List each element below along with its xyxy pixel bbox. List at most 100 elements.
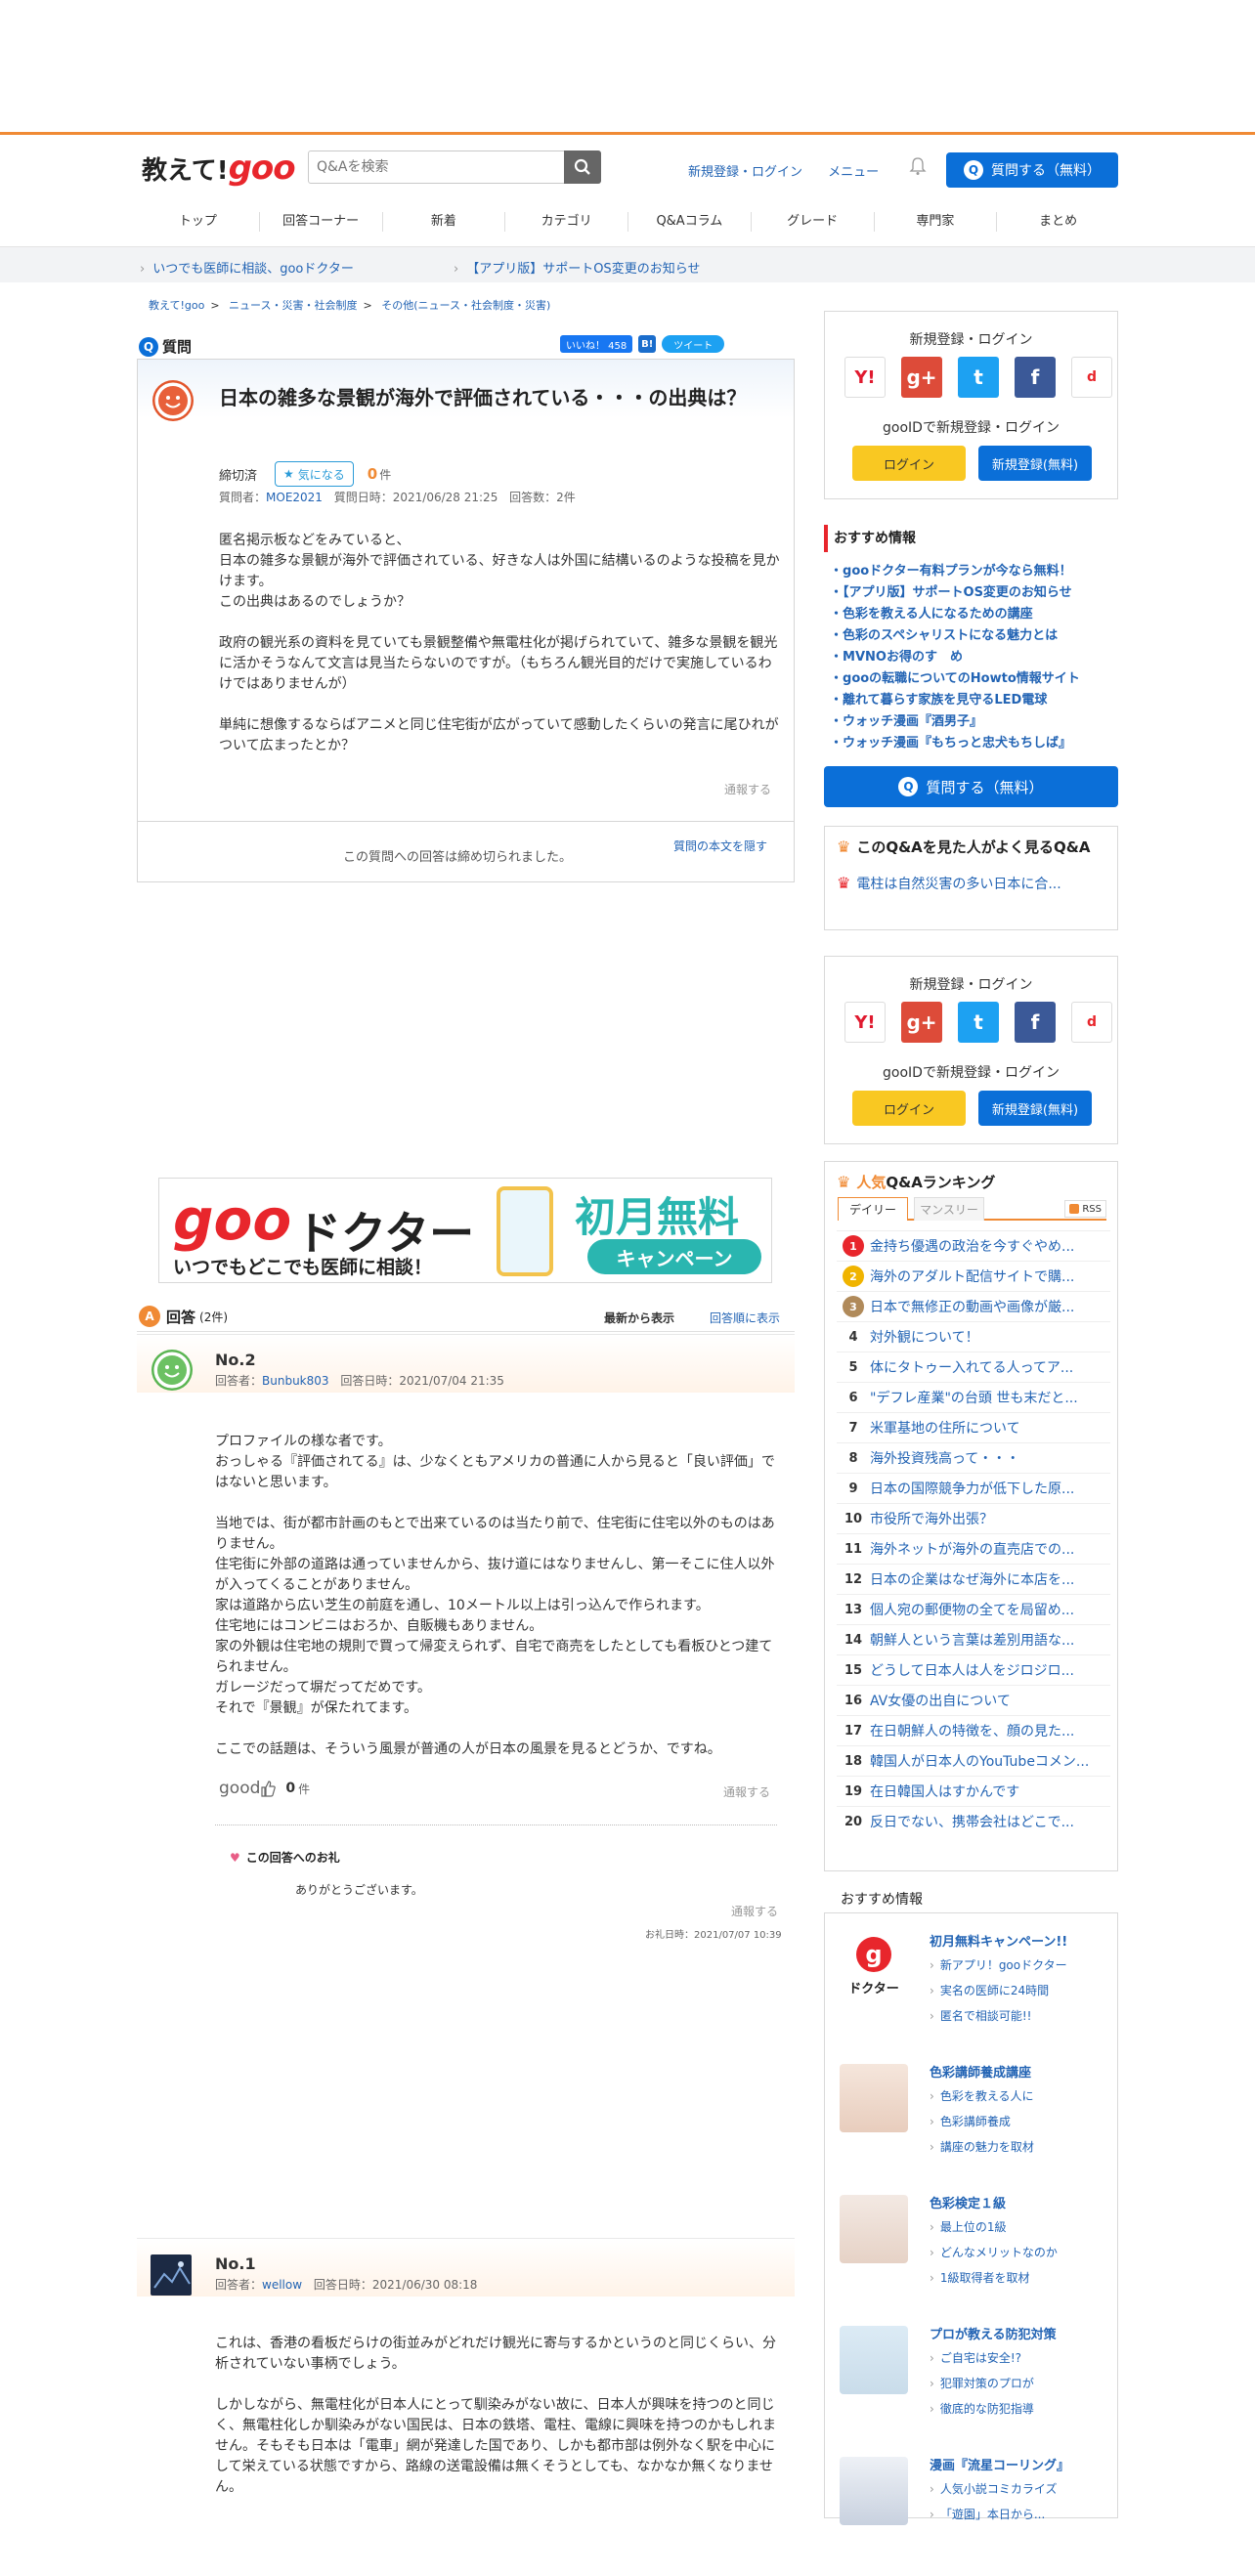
ask-question-button[interactable]: Q 質問する（無料） <box>946 152 1118 188</box>
ranking-item[interactable]: 8 海外投資残高って・・・ <box>837 1442 1110 1473</box>
goo-doctor-banner[interactable]: goo ドクター いつでもどこでも医師に相談！ 初月無料 キャンペーン <box>158 1178 772 1283</box>
ranking-item[interactable]: 7 米軍基地の住所について <box>837 1412 1110 1442</box>
login-card: 新規登録・ログイン Y! g+ t f d gooIDで新規登録・ログイン ログ… <box>824 956 1118 1144</box>
ranking-item[interactable]: 18 韓国人が日本人のYouTubeコメン... <box>837 1745 1110 1776</box>
register-login-link[interactable]: 新規登録・ログイン <box>688 165 802 180</box>
notice-link-doctor[interactable]: いつでも医師に相談、gooドクター <box>140 258 354 277</box>
ranking-item[interactable]: 16 AV女優の出自について <box>837 1685 1110 1715</box>
breadcrumb-home[interactable]: 教えて!goo <box>149 299 204 312</box>
ranking-item[interactable]: 15 どうして日本人は人をジロジロ... <box>837 1654 1110 1685</box>
rank-title: AV女優の出自について <box>870 1694 1011 1709</box>
nav-item-category[interactable]: カテゴリ <box>505 212 628 232</box>
register-button[interactable]: 新規登録(無料) <box>978 446 1092 481</box>
ranking-item[interactable]: 5 体にタトゥー入れてる人ってア... <box>837 1352 1110 1382</box>
nav-item-matome[interactable]: まとめ <box>997 212 1119 232</box>
recommend-item[interactable]: ウォッチ漫画『もちっと忠犬もちしば』 <box>830 733 1080 754</box>
hide-body-link[interactable]: 質問の本文を隠す <box>673 837 767 854</box>
question-report-link[interactable]: 通報する <box>724 781 771 797</box>
asker-link[interactable]: MOE2021 <box>266 491 323 504</box>
twitter-login-icon[interactable]: t <box>958 1002 999 1043</box>
search-button[interactable] <box>564 150 601 184</box>
ranking-item[interactable]: 3 日本で無修正の動画や画像が厳... <box>837 1291 1110 1321</box>
sidebar-ask-button[interactable]: Q 質問する（無料） <box>824 766 1118 807</box>
facebook-login-icon[interactable]: f <box>1015 357 1056 398</box>
asker-avatar[interactable] <box>152 380 194 421</box>
rss-link[interactable]: RSS <box>1064 1200 1106 1218</box>
ranking-item[interactable]: 19 在日韓国人はすかんです <box>837 1776 1110 1806</box>
rank-number: 15 <box>844 1662 863 1678</box>
ranking-item[interactable]: 6 "デフレ産業"の台頭 世も末だと... <box>837 1382 1110 1412</box>
recommend-item[interactable]: gooドクター有料プランが今なら無料！ <box>830 561 1080 582</box>
osusume-item[interactable]: g ドクター 初月無料キャンペーン!! 新アプリ！gooドクター 実名の医師に2… <box>825 1925 1117 2052</box>
tweet-button[interactable]: ツイート <box>662 335 725 353</box>
rss-icon <box>1069 1204 1080 1214</box>
nav-item-grade[interactable]: グレード <box>752 212 875 232</box>
tab-monthly[interactable]: マンスリー <box>914 1197 984 1221</box>
nav-item-expert[interactable]: 専門家 <box>875 212 998 232</box>
tab-daily[interactable]: デイリー <box>838 1197 908 1221</box>
recommend-item[interactable]: 色彩を教える人になるための講座 <box>830 604 1080 625</box>
recommend-item[interactable]: 【アプリ版】サポートOS変更のお知らせ <box>830 582 1080 604</box>
site-logo[interactable]: 教えて!goo <box>142 149 296 188</box>
ranking-item[interactable]: 13 個人宛の郵便物の全てを局留め... <box>837 1594 1110 1624</box>
ranking-item[interactable]: 12 日本の企業はなぜ海外に本店を... <box>837 1564 1110 1594</box>
ranking-item[interactable]: 10 市役所で海外出張？ <box>837 1503 1110 1533</box>
notice-link-app[interactable]: 【アプリ版】サポートOS変更のお知らせ <box>454 258 700 277</box>
osusume-item[interactable]: 色彩検定１級 最上位の1級 どんなメリットなのか 1級取得者を取材 <box>825 2187 1117 2314</box>
good-button[interactable]: good 0件 <box>219 1779 310 1798</box>
osusume-item[interactable]: 漫画『流星コーリング』 人気小説コミカライズ 「遊園」本日から... <box>825 2449 1117 2576</box>
answer-report-link[interactable]: 通報する <box>723 1783 770 1800</box>
breadcrumb-subcategory[interactable]: その他(ニュース・社会制度・災害) <box>381 299 550 312</box>
nav-item-new[interactable]: 新着 <box>383 212 506 232</box>
search-input[interactable] <box>309 151 563 183</box>
crown-icon: ♛ <box>837 837 851 856</box>
answerer-link[interactable]: wellow <box>262 2278 302 2292</box>
related-qa-item[interactable]: ♛ 電柱は自然災害の多い日本に合... <box>837 874 1061 893</box>
breadcrumb-category[interactable]: ニュース・災害・社会制度 <box>229 299 357 312</box>
docomo-login-icon[interactable]: d <box>1071 1002 1112 1043</box>
docomo-login-icon[interactable]: d <box>1071 357 1112 398</box>
google-login-icon[interactable]: g+ <box>901 357 942 398</box>
login-button[interactable]: ログイン <box>852 446 966 481</box>
osusume-item[interactable]: プロが教える防犯対策 ご自宅は安全!? 犯罪対策のプロが 徹底的な防犯指導 <box>825 2318 1117 2445</box>
yahoo-login-icon[interactable]: Y! <box>844 357 886 398</box>
menu-link[interactable]: メニュー <box>828 165 879 180</box>
thanks-report-link[interactable]: 通報する <box>731 1903 778 1919</box>
answerer-avatar[interactable] <box>151 2254 192 2296</box>
ranking-item[interactable]: 2 海外のアダルト配信サイトで購... <box>837 1261 1110 1291</box>
ranking-item[interactable]: 20 反日でない、携帯会社はどこで... <box>837 1806 1110 1836</box>
login-button[interactable]: ログイン <box>852 1091 966 1126</box>
favorite-button[interactable]: ★ 気になる <box>275 461 354 487</box>
recommend-item[interactable]: ウォッチ漫画『酒男子』 <box>830 711 1080 733</box>
hatena-bookmark-button[interactable]: B! <box>638 335 657 353</box>
recommend-item[interactable]: 離れて暮らす家族を見守るLED電球 <box>830 690 1080 711</box>
ranking-item[interactable]: 14 朝鮮人という言葉は差別用語な... <box>837 1624 1110 1654</box>
rank-title: 日本の企業はなぜ海外に本店を... <box>870 1572 1075 1588</box>
nav-item-answer-corner[interactable]: 回答コーナー <box>260 212 383 232</box>
google-login-icon[interactable]: g+ <box>901 1002 942 1043</box>
ranking-item[interactable]: 4 対外観について！ <box>837 1321 1110 1352</box>
recommend-item[interactable]: 色彩のスペシャリストになる魅力とは <box>830 625 1080 647</box>
yahoo-login-icon[interactable]: Y! <box>844 1002 886 1043</box>
nav-item-top[interactable]: トップ <box>137 212 260 232</box>
osusume-item[interactable]: 色彩講師養成講座 色彩を教える人に 色彩講師養成 講座の魅力を取材 <box>825 2056 1117 2183</box>
bell-icon[interactable] <box>909 156 927 176</box>
sort-by-order[interactable]: 回答順に表示 <box>710 1309 780 1326</box>
nav-item-column[interactable]: Q&Aコラム <box>628 212 752 232</box>
answerer-link[interactable]: Bunbuk803 <box>262 1374 329 1388</box>
sort-newest[interactable]: 最新から表示 <box>604 1309 674 1326</box>
ranking-item[interactable]: 1 金持ち優遇の政治を今すぐやめ... <box>837 1230 1110 1261</box>
twitter-login-icon[interactable]: t <box>958 357 999 398</box>
register-button[interactable]: 新規登録(無料) <box>978 1091 1092 1126</box>
ranking-item[interactable]: 9 日本の国際競争力が低下した原... <box>837 1473 1110 1503</box>
ranking-item[interactable]: 11 海外ネットが海外の直売店での... <box>837 1533 1110 1564</box>
ranking-item[interactable]: 17 在日朝鮮人の特徴を、顔の見た... <box>837 1715 1110 1745</box>
manga-image <box>840 2457 908 2525</box>
like-button[interactable]: いいね！ 458 <box>560 335 633 353</box>
ranking-heading: ♛ 人気Q&Aランキング <box>837 1173 996 1191</box>
rank-number: 9 <box>848 1481 858 1496</box>
facebook-login-icon[interactable]: f <box>1015 1002 1056 1043</box>
recommend-item[interactable]: gooの転職についてのHowto情報サイト <box>830 668 1080 690</box>
recommend-item[interactable]: MVNOお得のす め <box>830 647 1080 668</box>
answerer-avatar[interactable] <box>151 1350 193 1391</box>
